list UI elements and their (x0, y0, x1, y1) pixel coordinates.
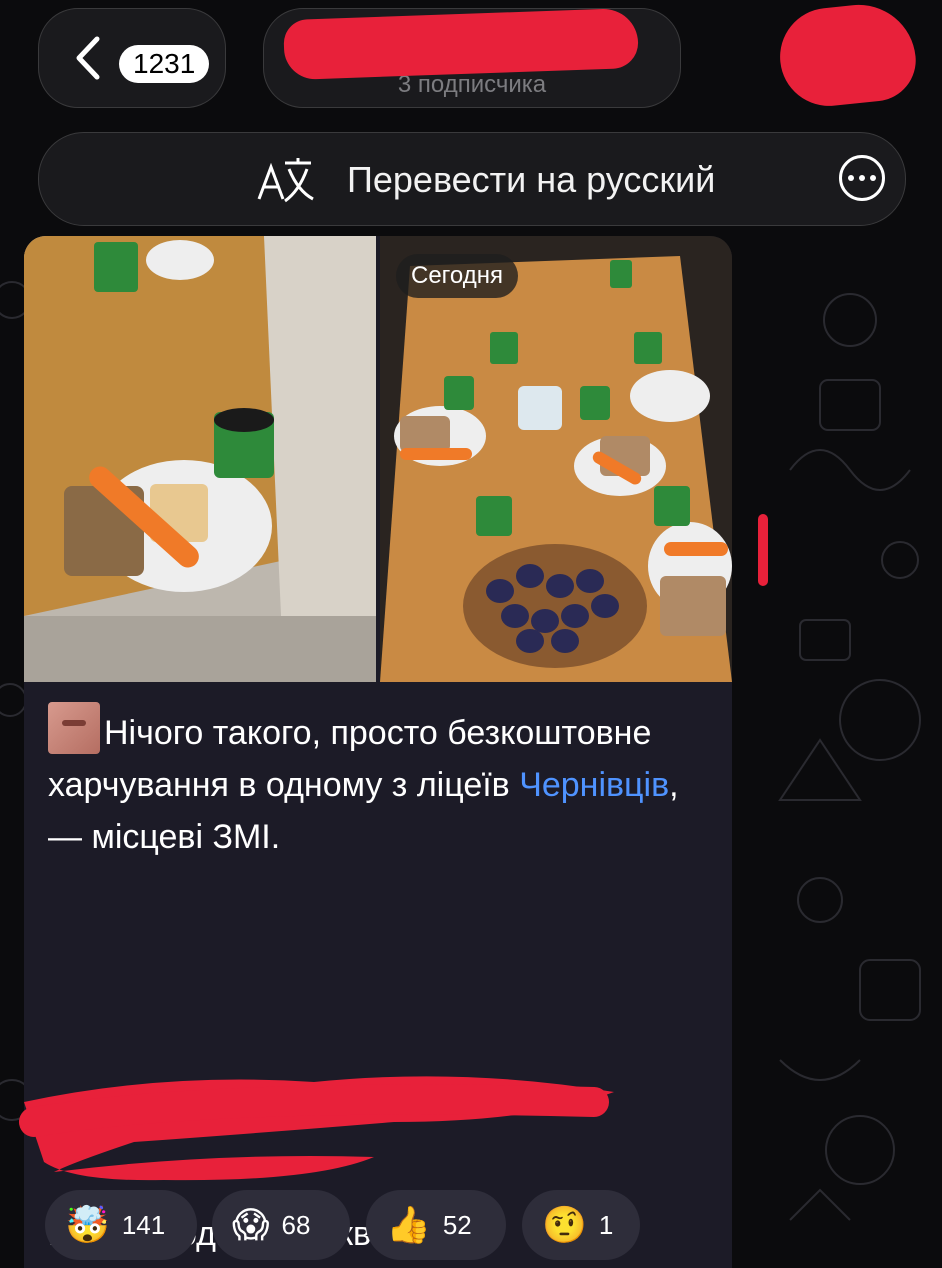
reaction-count: 1 (598, 1209, 614, 1240)
channel-avatar-redaction[interactable] (775, 0, 920, 111)
reaction-exploding-head[interactable]: 🤯 141 (45, 1190, 197, 1260)
author-signature-redaction (19, 1076, 614, 1181)
chevron-left-icon (76, 36, 100, 80)
unread-count-badge: 1231 (119, 45, 210, 83)
photo-school-lunch-plate-image (24, 236, 376, 682)
translate-label: Перевести на русский (347, 159, 716, 200)
reaction-scream[interactable]: 😱 68 (212, 1190, 350, 1260)
reaction-raised-eyebrow[interactable]: 🤨 1 (522, 1190, 640, 1260)
raised-eyebrow-emoji-icon: 🤨 (542, 1204, 587, 1245)
reaction-thumbs-up[interactable]: 👍 52 (366, 1190, 506, 1260)
translate-bar[interactable]: Перевести на русский (38, 132, 906, 226)
face-emoji-icon (48, 702, 100, 754)
reaction-count: 68 (281, 1209, 311, 1240)
translate-icon (257, 158, 314, 203)
photo-school-lunch-plate[interactable] (24, 236, 376, 682)
hashtag-link-chernivtsi[interactable]: Чернівців (519, 766, 669, 804)
reaction-count: 52 (442, 1209, 472, 1240)
scroll-indicator[interactable] (758, 514, 768, 586)
reaction-count: 141 (121, 1209, 166, 1240)
photo-school-lunch-table[interactable] (380, 236, 732, 682)
message-text: Нічого такого, просто безкоштовне харчув… (48, 702, 688, 863)
photo-school-lunch-table-image (380, 236, 732, 682)
thumbs-up-emoji-icon: 👍 (386, 1204, 431, 1245)
back-button[interactable]: 1231 (38, 8, 226, 108)
date-chip: Сегодня (396, 254, 518, 298)
exploding-head-emoji-icon: 🤯 (65, 1204, 110, 1245)
more-options-icon[interactable] (839, 155, 885, 201)
channel-name-redaction (283, 7, 639, 81)
scream-emoji-icon: 😱 (232, 1204, 270, 1245)
